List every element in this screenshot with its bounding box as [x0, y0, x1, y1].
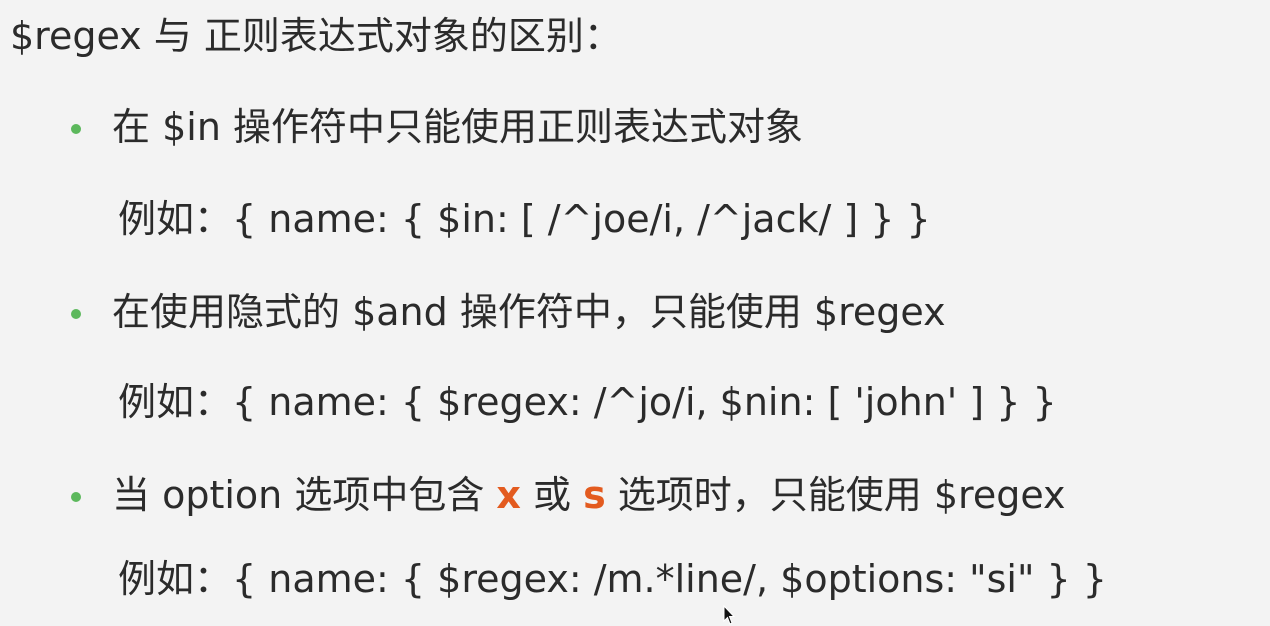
- slide: $regex 与 正则表达式对象的区别： 在 $in 操作符中只能使用正则表达式…: [0, 0, 1270, 626]
- example-code-options: 例如：{ name: { $regex: /m.*line/, $options…: [118, 557, 1107, 601]
- highlight-x: x: [496, 473, 521, 517]
- example-code-in-operator: 例如：{ name: { $in: [ /^joe/i, /^jack/ ] }…: [118, 197, 931, 241]
- bullet-text-after: 选项时，只能使用 $regex: [605, 473, 1066, 517]
- mouse-pointer-icon: [723, 605, 735, 625]
- bullet-text: 当 option 选项中包含 x 或 s 选项时，只能使用 $regex: [112, 469, 1066, 521]
- bullet-item-implicit-and: 在使用隐式的 $and 操作符中，只能使用 $regex: [0, 282, 1270, 342]
- slide-heading: $regex 与 正则表达式对象的区别：: [10, 14, 622, 58]
- highlight-s: s: [583, 473, 606, 517]
- bullet-dot-icon: [71, 124, 81, 134]
- example-code-implicit-and: 例如：{ name: { $regex: /^jo/i, $nin: [ 'jo…: [118, 380, 1057, 424]
- bullet-text-before: 当 option 选项中包含: [112, 473, 497, 517]
- bullet-text-mid: 或: [520, 473, 584, 517]
- bullet-dot-icon: [71, 309, 81, 319]
- bullet-item-in-operator: 在 $in 操作符中只能使用正则表达式对象: [0, 97, 1270, 157]
- bullet-dot-icon: [71, 492, 81, 502]
- bullet-text: 在使用隐式的 $and 操作符中，只能使用 $regex: [112, 290, 946, 334]
- bullet-text: 在 $in 操作符中只能使用正则表达式对象: [112, 105, 803, 149]
- bullet-item-options-x-s: 当 option 选项中包含 x 或 s 选项时，只能使用 $regex: [0, 465, 1270, 525]
